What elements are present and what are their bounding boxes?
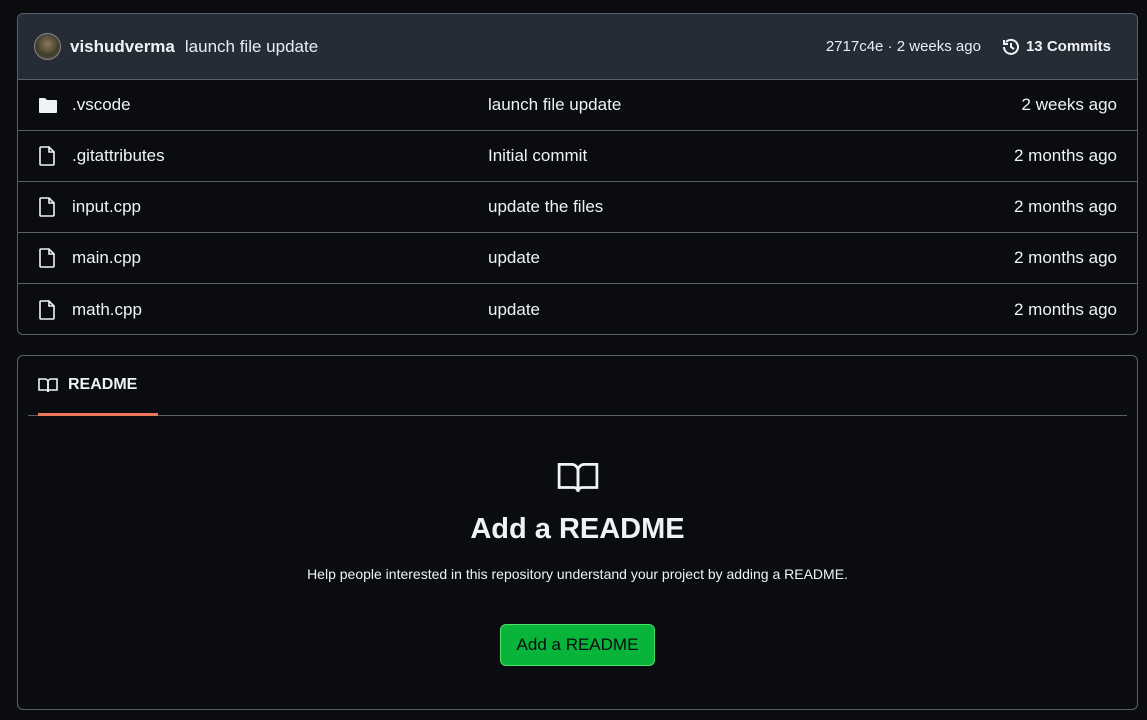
commit-message[interactable]: launch file update (185, 37, 318, 57)
book-icon (38, 377, 58, 392)
latest-commit-bar: vishudverma launch file update 2717c4e ·… (18, 14, 1137, 80)
readme-help-text: Help people interested in this repositor… (307, 566, 848, 582)
commit-sha-time[interactable]: 2717c4e · 2 weeks ago (826, 38, 981, 55)
file-commit-time: 2 months ago (1013, 299, 1117, 319)
file-row[interactable]: .vscode launch file update 2 weeks ago (18, 80, 1137, 131)
file-commit-message[interactable]: update (488, 248, 1014, 268)
file-commit-message[interactable]: launch file update (488, 95, 1022, 115)
file-row[interactable]: math.cpp update 2 months ago (18, 284, 1137, 334)
commits-link[interactable]: 13 Commits (1001, 37, 1111, 57)
separator: · (887, 38, 893, 55)
file-name[interactable]: main.cpp (72, 248, 488, 268)
commit-author[interactable]: vishudverma (70, 37, 175, 57)
commit-time: 2 weeks ago (896, 38, 981, 55)
file-name[interactable]: input.cpp (72, 197, 488, 217)
file-commit-time: 2 months ago (1013, 146, 1117, 165)
tab-readme[interactable]: README (38, 356, 158, 416)
file-name[interactable]: .gitattributes (72, 146, 488, 166)
file-commit-time: 2 months ago (1013, 197, 1117, 216)
file-commit-message[interactable]: update the files (488, 197, 1014, 217)
file-commit-time: 2 months ago (1013, 248, 1117, 267)
commit-sha[interactable]: 2717c4e (826, 38, 884, 55)
history-icon (1002, 38, 1019, 55)
tab-readme-label: README (68, 375, 138, 393)
readme-title: Add a README (470, 513, 685, 545)
file-commit-message[interactable]: update (488, 300, 1014, 320)
commits-count[interactable]: 13 Commits (1026, 38, 1111, 55)
file-name[interactable]: .vscode (72, 95, 488, 115)
avatar[interactable] (34, 33, 61, 60)
file-icon (38, 248, 60, 268)
file-row[interactable]: main.cpp update 2 months ago (18, 233, 1137, 284)
readme-panel: README Add a README Help people interest… (17, 355, 1138, 710)
file-icon (38, 146, 60, 166)
file-row[interactable]: input.cpp update the files 2 months ago (18, 182, 1137, 233)
file-row[interactable]: .gitattributes Initial commit 2 months a… (18, 131, 1137, 182)
file-icon (38, 197, 60, 217)
file-commit-message[interactable]: Initial commit (488, 146, 1014, 166)
book-icon (557, 463, 598, 492)
file-browser: vishudverma launch file update 2717c4e ·… (17, 13, 1138, 335)
add-readme-button[interactable]: Add a README (499, 624, 656, 666)
file-icon (38, 299, 60, 320)
file-commit-time: 2 weeks ago (1021, 95, 1117, 114)
file-name[interactable]: math.cpp (72, 300, 488, 320)
folder-icon (38, 97, 60, 114)
